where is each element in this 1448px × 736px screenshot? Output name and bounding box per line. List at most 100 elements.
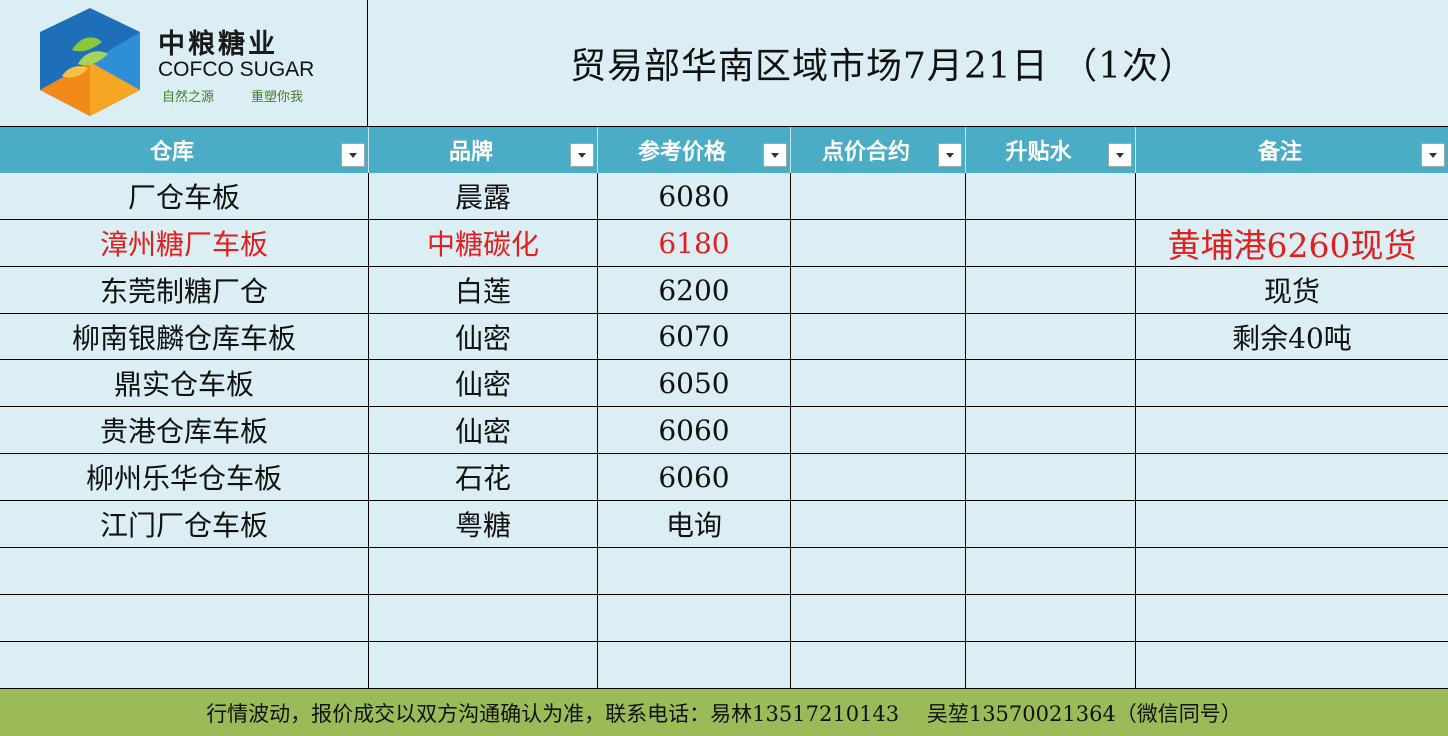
cell-contract[interactable] [791, 173, 966, 219]
cell-note[interactable] [1136, 407, 1448, 453]
column-header-label: 升贴水 [1005, 140, 1072, 165]
cell-brand[interactable]: 粤糖 [369, 501, 598, 547]
cell-warehouse[interactable]: 贵港仓库车板 [0, 407, 369, 453]
cell-price[interactable]: 6180 [598, 220, 791, 266]
cell-brand[interactable]: 晨露 [369, 173, 598, 219]
cell-warehouse[interactable]: 柳州乐华仓车板 [0, 454, 369, 500]
filter-dropdown-icon[interactable] [1108, 143, 1132, 167]
cell-brand[interactable] [369, 548, 598, 594]
title-cell[interactable]: 贸易部华南区域市场7月21日 （1次） [368, 0, 1448, 127]
table-row: 东莞制糖厂仓 白莲 6200 现货 [0, 267, 1448, 314]
cell-contract[interactable] [791, 314, 966, 359]
column-header-warehouse[interactable]: 仓库 [0, 127, 369, 173]
cell-premium[interactable] [966, 314, 1136, 359]
column-header-note[interactable]: 备注 [1136, 127, 1448, 173]
column-header-label: 参考价格 [637, 140, 726, 165]
cell-premium[interactable] [966, 407, 1136, 453]
logo-tagline-right: 重塑你我 [251, 90, 304, 105]
cell-warehouse[interactable] [0, 642, 369, 688]
cell-note[interactable] [1136, 595, 1448, 641]
cell-brand[interactable]: 仙密 [369, 314, 598, 359]
cell-price[interactable]: 6200 [598, 267, 791, 313]
cell-premium[interactable] [966, 267, 1136, 313]
cell-note[interactable]: 黄埔港6260现货 [1136, 220, 1448, 266]
cell-note[interactable]: 现货 [1136, 267, 1448, 313]
cell-price[interactable] [598, 595, 791, 641]
cell-warehouse[interactable]: 柳南银麟仓库车板 [0, 314, 369, 359]
cell-note[interactable] [1136, 642, 1448, 688]
filter-dropdown-icon[interactable] [938, 143, 962, 167]
table-row: 鼎实仓车板 仙密 6050 [0, 360, 1448, 407]
cell-price[interactable]: 6060 [598, 407, 791, 453]
table-row: 漳州糖厂车板 中糖碳化 6180 黄埔港6260现货 [0, 220, 1448, 267]
cell-contract[interactable] [791, 595, 966, 641]
cell-price[interactable] [598, 548, 791, 594]
cell-brand[interactable]: 白莲 [369, 267, 598, 313]
cell-warehouse[interactable]: 厂仓车板 [0, 173, 369, 219]
cell-warehouse[interactable]: 东莞制糖厂仓 [0, 267, 369, 313]
logo-tagline-left: 自然之源 [162, 90, 215, 105]
cell-contract[interactable] [791, 548, 966, 594]
cell-price[interactable]: 6060 [598, 454, 791, 500]
cell-price[interactable]: 6050 [598, 360, 791, 406]
cell-brand[interactable]: 仙密 [369, 407, 598, 453]
cell-contract[interactable] [791, 501, 966, 547]
cell-premium[interactable] [966, 642, 1136, 688]
cell-price[interactable]: 6070 [598, 314, 791, 359]
column-header-row: 仓库 品牌 参考价格 点价合约 升贴水 备注 [0, 127, 1448, 173]
page-title: 贸易部华南区域市场7月21日 （1次） [569, 46, 1197, 87]
cell-warehouse[interactable]: 江门厂仓车板 [0, 501, 369, 547]
table-row [0, 642, 1448, 689]
footer-note[interactable]: 行情波动，报价成交以双方沟通确认为准，联系电话：易林13517210143 吴堃… [0, 689, 1448, 736]
cell-premium[interactable] [966, 501, 1136, 547]
column-header-label: 点价合约 [821, 140, 910, 165]
cell-warehouse[interactable]: 鼎实仓车板 [0, 360, 369, 406]
filter-dropdown-icon[interactable] [1421, 143, 1445, 167]
cell-warehouse[interactable] [0, 595, 369, 641]
cell-note[interactable] [1136, 360, 1448, 406]
cell-premium[interactable] [966, 360, 1136, 406]
cell-note[interactable]: 剩余40吨 [1136, 314, 1448, 359]
cell-warehouse[interactable]: 漳州糖厂车板 [0, 220, 369, 266]
cell-price[interactable]: 6080 [598, 173, 791, 219]
cell-note[interactable] [1136, 173, 1448, 219]
table-row: 贵港仓库车板 仙密 6060 [0, 407, 1448, 454]
column-header-contract[interactable]: 点价合约 [791, 127, 966, 173]
logo-name-cn: 中粮糖业 [158, 29, 278, 60]
cell-price[interactable]: 电询 [598, 501, 791, 547]
table-row: 江门厂仓车板 粤糖 电询 [0, 501, 1448, 548]
cell-contract[interactable] [791, 360, 966, 406]
cell-premium[interactable] [966, 220, 1136, 266]
table-row: 厂仓车板 晨露 6080 [0, 173, 1448, 220]
cell-contract[interactable] [791, 642, 966, 688]
cell-brand[interactable] [369, 642, 598, 688]
filter-dropdown-icon[interactable] [763, 143, 787, 167]
cell-brand[interactable]: 仙密 [369, 360, 598, 406]
cell-contract[interactable] [791, 267, 966, 313]
filter-dropdown-icon[interactable] [570, 143, 594, 167]
cell-brand[interactable] [369, 595, 598, 641]
cell-warehouse[interactable] [0, 548, 369, 594]
cell-premium[interactable] [966, 548, 1136, 594]
cell-premium[interactable] [966, 595, 1136, 641]
logo-cell: 中粮糖业 COFCO SUGAR 自然之源 重塑你我 [0, 0, 368, 127]
cell-contract[interactable] [791, 407, 966, 453]
cell-note[interactable] [1136, 454, 1448, 500]
table-row: 柳南银麟仓库车板 仙密 6070 剩余40吨 [0, 314, 1448, 360]
column-header-label: 备注 [1257, 140, 1302, 165]
column-header-price[interactable]: 参考价格 [598, 127, 791, 173]
column-header-brand[interactable]: 品牌 [369, 127, 598, 173]
footer-text: 行情波动，报价成交以双方沟通确认为准，联系电话：易林13517210143 吴堃… [206, 701, 1242, 726]
column-header-premium[interactable]: 升贴水 [966, 127, 1136, 173]
cell-premium[interactable] [966, 454, 1136, 500]
filter-dropdown-icon[interactable] [341, 143, 365, 167]
column-header-label: 品牌 [448, 140, 493, 165]
cell-note[interactable] [1136, 501, 1448, 547]
cell-brand[interactable]: 石花 [369, 454, 598, 500]
cell-contract[interactable] [791, 220, 966, 266]
cell-price[interactable] [598, 642, 791, 688]
cell-brand[interactable]: 中糖碳化 [369, 220, 598, 266]
cell-premium[interactable] [966, 173, 1136, 219]
cell-contract[interactable] [791, 454, 966, 500]
cell-note[interactable] [1136, 548, 1448, 594]
